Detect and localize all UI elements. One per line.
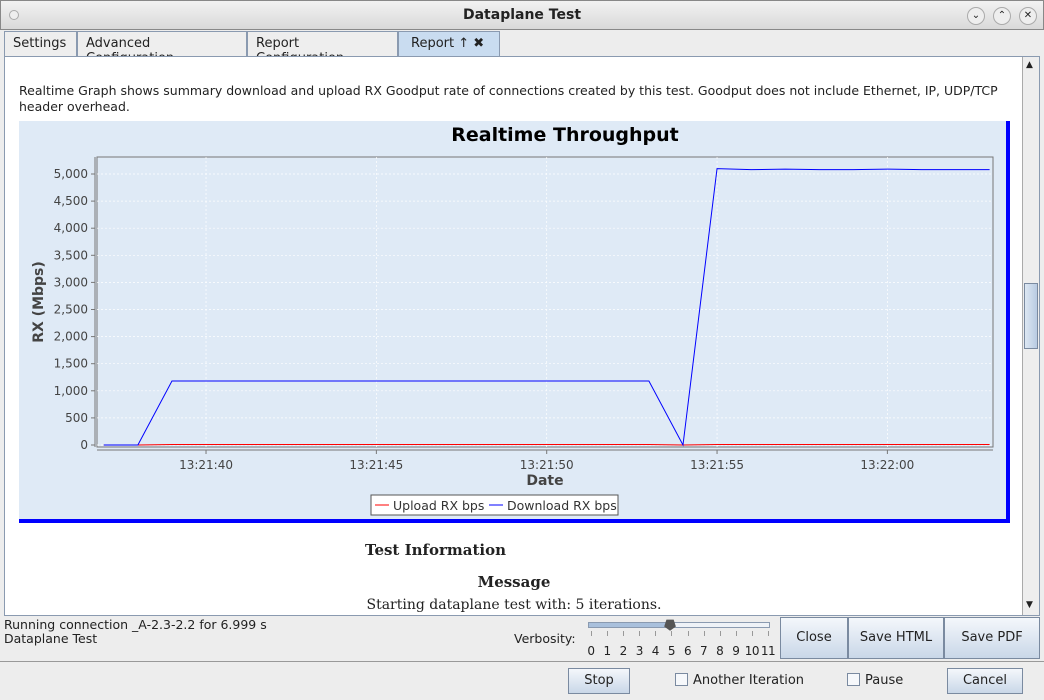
verbosity-tick xyxy=(655,631,657,636)
another-iteration-label: Another Iteration xyxy=(693,673,805,688)
cancel-button[interactable]: Cancel xyxy=(947,668,1023,694)
legend-label: Upload RX bps xyxy=(393,498,484,513)
y-tick-label: 3,500 xyxy=(54,248,88,262)
legend-label: Download RX bps xyxy=(507,498,617,513)
x-tick-label: 13:21:55 xyxy=(690,458,744,472)
plot-area xyxy=(96,156,994,448)
y-tick-label: 1,500 xyxy=(54,357,88,371)
y-tick-label: 0 xyxy=(80,438,88,452)
verbosity-tick xyxy=(719,631,721,636)
verbosity-tick xyxy=(768,631,769,636)
y-axis-label: RX (Mbps) xyxy=(31,261,47,343)
save-pdf-button[interactable]: Save PDF xyxy=(944,617,1040,659)
status-line-2: Dataplane Test xyxy=(4,631,98,646)
y-tick-label: 1,000 xyxy=(54,384,88,398)
y-tick-label: 500 xyxy=(65,411,88,425)
x-tick-label: 13:21:45 xyxy=(349,458,403,472)
verbosity-tick xyxy=(703,631,705,636)
verbosity-tick-label: 1 xyxy=(603,644,612,658)
scroll-up-icon[interactable]: ▲ xyxy=(1026,60,1033,70)
verbosity-tick-label: 7 xyxy=(700,644,708,658)
verbosity-tick xyxy=(623,631,625,636)
stop-button[interactable]: Stop xyxy=(568,668,630,694)
verbosity-tick xyxy=(687,631,689,636)
x-tick-label: 13:22:00 xyxy=(860,458,914,472)
verbosity-tick xyxy=(671,631,673,636)
verbosity-tick-label: 5 xyxy=(667,644,676,658)
verbosity-tick-label: 9 xyxy=(732,644,740,658)
y-tick-label: 5,000 xyxy=(54,167,88,181)
slider-thumb[interactable]: ⬟ xyxy=(664,616,676,632)
verbosity-tick xyxy=(735,631,737,636)
y-tick-label: 3,000 xyxy=(54,275,88,289)
verbosity-tick xyxy=(751,631,753,636)
checkbox-box[interactable] xyxy=(847,673,860,686)
verbosity-tick xyxy=(607,631,609,636)
y-tick-label: 2,000 xyxy=(54,330,88,344)
verbosity-tick-label: 8 xyxy=(716,644,724,658)
tab-report-configuration[interactable]: Report Configuration xyxy=(247,31,398,66)
verbosity-tick-label: 10 xyxy=(744,644,760,658)
x-tick-label: 13:21:50 xyxy=(520,458,574,472)
vertical-scrollbar[interactable]: ▲ ▼ xyxy=(1022,57,1039,615)
save-html-button[interactable]: Save HTML xyxy=(848,617,944,659)
graph-description: Realtime Graph shows summary download an… xyxy=(19,83,998,114)
scroll-down-icon[interactable]: ▼ xyxy=(1026,600,1033,610)
verbosity-tick-label: 0 xyxy=(587,644,595,658)
info-heading: Test Information xyxy=(365,541,506,559)
verbosity-tick-label: 2 xyxy=(619,644,628,658)
pause-label: Pause xyxy=(865,673,904,688)
report-panel: Realtime Graph shows summary download an… xyxy=(4,56,1040,616)
y-tick-label: 4,500 xyxy=(54,194,88,208)
pause-checkbox[interactable]: Pause xyxy=(847,673,903,688)
chart-title: Realtime Throughput xyxy=(451,124,679,146)
verbosity-tick xyxy=(639,631,641,636)
close-button[interactable]: Close xyxy=(780,617,848,659)
chart-svg: Realtime Throughput 0 500 1,000 1,500 2,000 2,… xyxy=(31,124,994,516)
x-axis-label: Date xyxy=(526,473,563,489)
verbosity-label: Verbosity: xyxy=(514,631,576,646)
title-bar: Dataplane Test ⌄ ⌃ ✕ xyxy=(0,0,1044,30)
divider xyxy=(0,661,1044,662)
verbosity-slider[interactable] xyxy=(588,622,770,628)
minimize-icon[interactable]: ⌄ xyxy=(967,7,985,25)
verbosity-tick-label: 4 xyxy=(651,644,660,658)
another-iteration-checkbox[interactable]: Another Iteration xyxy=(675,673,804,688)
close-window-icon[interactable]: ✕ xyxy=(1019,7,1037,25)
y-tick-label: 2,500 xyxy=(54,303,88,317)
verbosity-tick xyxy=(591,631,592,636)
message-text: Starting dataplane test with: 5 iteratio… xyxy=(366,597,662,613)
series-line-upload xyxy=(103,443,990,446)
window-title: Dataplane Test xyxy=(462,7,582,23)
status-area: Running connection _A-2.3-2.2 for 6.999 … xyxy=(4,618,267,646)
message-label: Message xyxy=(477,573,551,591)
scroll-thumb[interactable] xyxy=(1024,283,1038,349)
status-line-1: Running connection _A-2.3-2.2 for 6.999 … xyxy=(4,617,267,632)
verbosity-tick-label: 3 xyxy=(635,644,644,658)
x-tick-label: 13:21:40 xyxy=(179,458,233,472)
y-tick-label: 4,000 xyxy=(54,221,88,235)
test-information: Test Information Message Starting datapl… xyxy=(361,525,667,615)
maximize-icon[interactable]: ⌃ xyxy=(993,7,1011,25)
tab-advanced-configuration[interactable]: Advanced Configuration xyxy=(77,31,247,66)
verbosity-tick-label: 11 xyxy=(760,644,776,658)
checkbox-box[interactable] xyxy=(675,673,688,686)
tab-settings[interactable]: Settings xyxy=(4,31,77,56)
tab-report[interactable]: Report ↑ ✖ xyxy=(398,31,500,56)
verbosity-tick-label: 6 xyxy=(683,644,692,658)
throughput-chart: Realtime Throughput 0 500 1,000 1,500 2,000 2,… xyxy=(19,121,1010,523)
